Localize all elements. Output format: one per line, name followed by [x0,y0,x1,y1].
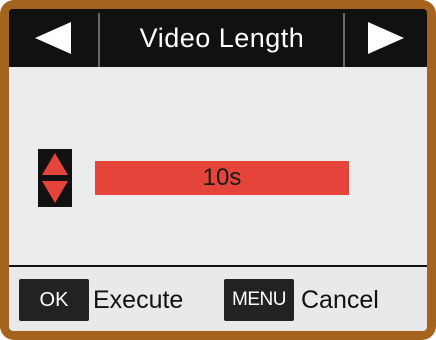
left-arrow-icon [35,22,71,54]
ok-key[interactable]: OK [19,279,89,321]
ok-key-label: OK [39,288,69,311]
footer-bar: OK Execute MENU Cancel [9,265,427,331]
execute-label: Execute [93,285,184,314]
lcd-screen: Video Length 10s OK Execute MENU Cancel [9,9,427,331]
menu-key-label: MENU [232,289,286,310]
next-button[interactable] [345,9,427,67]
menu-key[interactable]: MENU [224,279,294,321]
cancel-label: Cancel [301,285,379,314]
video-length-text: 10s [202,164,242,191]
settings-panel: 10s [9,67,427,265]
page-title: Video Length [139,22,305,53]
right-arrow-icon [368,22,404,54]
previous-button[interactable] [9,9,97,67]
device-bezel: Video Length 10s OK Execute MENU Cancel [0,0,436,340]
up-down-arrows-icon [42,153,68,203]
header-divider [98,13,100,69]
value-stepper[interactable] [38,149,72,207]
header-bar: Video Length [9,9,427,69]
video-length-value[interactable]: 10s [95,161,349,195]
